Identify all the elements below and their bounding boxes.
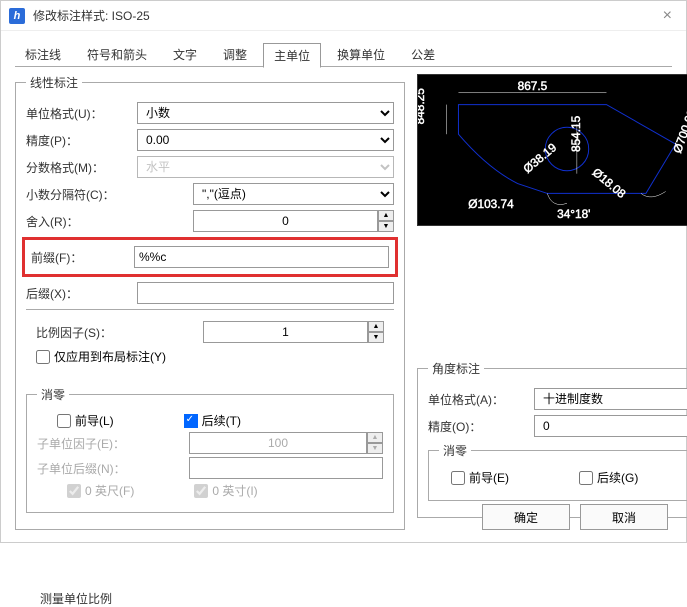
tab-dimension-line[interactable]: 标注线 bbox=[15, 43, 71, 68]
zero-angular-group: 消零 前导(E) 后续(G) bbox=[428, 442, 687, 501]
scale-group: 测量单位比例 比例因子(S)： ▲▼ 仅应用到布局标注(Y) bbox=[26, 309, 394, 380]
prefix-input[interactable] bbox=[134, 246, 389, 268]
scale-factor-input[interactable] bbox=[203, 321, 368, 343]
angular-precision-select[interactable]: 0 bbox=[534, 415, 687, 437]
tab-alt-units[interactable]: 换算单位 bbox=[327, 43, 395, 68]
feet-check bbox=[67, 484, 81, 498]
zero-angular-legend: 消零 bbox=[439, 442, 471, 459]
leading-l-check[interactable] bbox=[57, 414, 71, 428]
decimal-sep-label: 小数分隔符(C)： bbox=[26, 186, 131, 203]
angular-legend: 角度标注 bbox=[428, 360, 484, 377]
tab-symbols-arrows[interactable]: 符号和箭头 bbox=[77, 43, 157, 68]
subfactor-label: 子单位因子(E)： bbox=[37, 435, 147, 452]
linear-group: 线性标注 单位格式(U)： 小数 精度(P)： 0.00 分数格式(M)： 水平… bbox=[15, 74, 405, 530]
round-label: 舍入(R)： bbox=[26, 213, 131, 230]
tab-text[interactable]: 文字 bbox=[163, 43, 207, 68]
trailing-a-check[interactable] bbox=[579, 471, 593, 485]
angular-group: 角度标注 单位格式(A)： 十进制度数 精度(O)： 0 消零 前导(E) 后续… bbox=[417, 360, 687, 518]
suffix-label: 后缀(X)： bbox=[26, 285, 131, 302]
scale-down[interactable]: ▼ bbox=[368, 332, 384, 343]
svg-text:867.5: 867.5 bbox=[518, 79, 548, 93]
svg-text:848.25: 848.25 bbox=[418, 88, 427, 125]
tab-tolerance[interactable]: 公差 bbox=[401, 43, 445, 68]
subfactor-input bbox=[189, 432, 367, 454]
apply-layout-check[interactable] bbox=[36, 350, 50, 364]
svg-text:Ø18.08: Ø18.08 bbox=[590, 165, 629, 201]
tab-adjust[interactable]: 调整 bbox=[213, 43, 257, 68]
prefix-label: 前缀(F)： bbox=[31, 249, 128, 266]
content: 线性标注 单位格式(U)： 小数 精度(P)： 0.00 分数格式(M)： 水平… bbox=[1, 74, 686, 536]
subfactor-down: ▼ bbox=[367, 443, 383, 454]
svg-text:Ø700.08: Ø700.08 bbox=[670, 107, 687, 155]
decimal-sep-select[interactable]: ","(逗点) bbox=[193, 183, 394, 205]
precision-label: 精度(P)： bbox=[26, 132, 131, 149]
feet-label: 0 英尺(F) bbox=[85, 482, 134, 499]
svg-text:34°18': 34°18' bbox=[557, 207, 590, 221]
unit-format-label: 单位格式(U)： bbox=[26, 105, 131, 122]
trailing-l-check[interactable] bbox=[184, 414, 198, 428]
scale-factor-label: 比例因子(S)： bbox=[36, 324, 141, 341]
svg-text:Ø38.19: Ø38.19 bbox=[520, 140, 559, 176]
angular-unit-select[interactable]: 十进制度数 bbox=[534, 388, 687, 410]
apply-layout-label: 仅应用到布局标注(Y) bbox=[54, 348, 166, 365]
round-up[interactable]: ▲ bbox=[378, 210, 394, 221]
preview-pane: 867.5 848.25 854.15 Ø103.74 Ø38.19 Ø18.0… bbox=[417, 74, 687, 226]
close-icon[interactable]: × bbox=[657, 7, 678, 25]
window-title: 修改标注样式: ISO-25 bbox=[33, 7, 657, 24]
precision-select[interactable]: 0.00 bbox=[137, 129, 394, 151]
leading-l-label: 前导(L) bbox=[75, 412, 114, 429]
inch-label: 0 英寸(I) bbox=[212, 482, 257, 499]
inch-check bbox=[194, 484, 208, 498]
round-down[interactable]: ▼ bbox=[378, 221, 394, 232]
ok-button[interactable]: 确定 bbox=[482, 504, 570, 530]
leading-a-check[interactable] bbox=[451, 471, 465, 485]
tab-primary-units[interactable]: 主单位 bbox=[263, 43, 321, 68]
angular-unit-label: 单位格式(A)： bbox=[428, 391, 528, 408]
footer: 确定 取消 bbox=[482, 504, 668, 530]
svg-text:Ø103.74: Ø103.74 bbox=[468, 197, 514, 211]
angular-precision-label: 精度(O)： bbox=[428, 418, 528, 435]
subsuffix-input bbox=[189, 457, 383, 479]
app-icon: h bbox=[9, 8, 25, 24]
leading-a-label: 前导(E) bbox=[469, 469, 509, 486]
trailing-l-label: 后续(T) bbox=[202, 412, 241, 429]
subsuffix-label: 子单位后缀(N)： bbox=[37, 460, 147, 477]
subfactor-up: ▲ bbox=[367, 432, 383, 443]
scale-up[interactable]: ▲ bbox=[368, 321, 384, 332]
zero-linear-legend: 消零 bbox=[37, 386, 69, 403]
round-input[interactable] bbox=[193, 210, 378, 232]
title-bar: h 修改标注样式: ISO-25 × bbox=[1, 1, 686, 31]
suffix-input[interactable] bbox=[137, 282, 394, 304]
cancel-button[interactable]: 取消 bbox=[580, 504, 668, 530]
trailing-a-label: 后续(G) bbox=[597, 469, 638, 486]
svg-text:854.15: 854.15 bbox=[569, 115, 583, 152]
scale-legend: 测量单位比例 bbox=[36, 590, 116, 607]
unit-format-select[interactable]: 小数 bbox=[137, 102, 394, 124]
linear-legend: 线性标注 bbox=[26, 74, 82, 91]
fraction-select[interactable]: 水平 bbox=[137, 156, 394, 178]
fraction-label: 分数格式(M)： bbox=[26, 159, 131, 176]
prefix-row: 前缀(F)： bbox=[22, 237, 398, 277]
zero-linear-group: 消零 前导(L) 后续(T) 子单位因子(E)： ▲▼ 子单位后缀(N)： bbox=[26, 386, 394, 513]
